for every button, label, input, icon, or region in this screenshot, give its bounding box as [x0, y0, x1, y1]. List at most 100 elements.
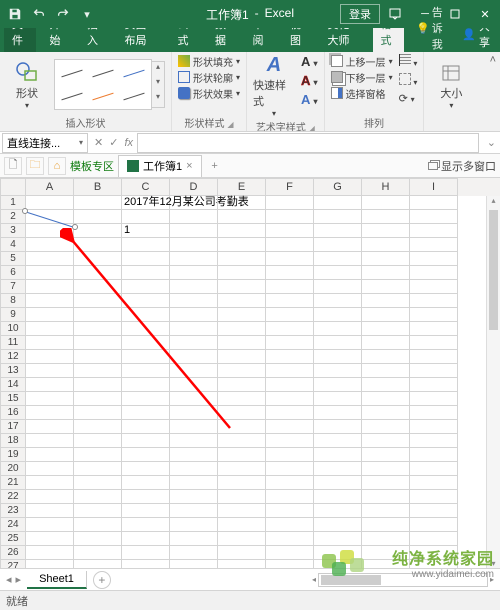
- cell[interactable]: [314, 378, 362, 392]
- cell[interactable]: [266, 350, 314, 364]
- cell[interactable]: [74, 322, 122, 336]
- row-header[interactable]: 14: [0, 378, 26, 392]
- cell[interactable]: [218, 210, 266, 224]
- cell[interactable]: [26, 546, 74, 560]
- scroll-up-icon[interactable]: ▴: [487, 196, 500, 205]
- cell[interactable]: [218, 420, 266, 434]
- cell[interactable]: [74, 560, 122, 568]
- cell[interactable]: [410, 238, 458, 252]
- cell[interactable]: [314, 434, 362, 448]
- cell[interactable]: [362, 448, 410, 462]
- cell[interactable]: [362, 266, 410, 280]
- cell[interactable]: [362, 420, 410, 434]
- col-header-E[interactable]: E: [218, 178, 266, 196]
- cell[interactable]: [122, 392, 170, 406]
- scroll-thumb[interactable]: [489, 210, 498, 330]
- cell[interactable]: [410, 448, 458, 462]
- row-header[interactable]: 26: [0, 546, 26, 560]
- cell[interactable]: [218, 280, 266, 294]
- row-header[interactable]: 7: [0, 280, 26, 294]
- cell[interactable]: [26, 532, 74, 546]
- cell[interactable]: [266, 252, 314, 266]
- cell[interactable]: [314, 350, 362, 364]
- cell[interactable]: [314, 448, 362, 462]
- cell[interactable]: [170, 294, 218, 308]
- cell[interactable]: [410, 476, 458, 490]
- cell[interactable]: [74, 336, 122, 350]
- display-multi-window[interactable]: 显示多窗口: [428, 158, 496, 174]
- scroll-right-icon[interactable]: ▸: [488, 575, 496, 584]
- cell[interactable]: [266, 504, 314, 518]
- text-fill-button[interactable]: A ▾: [301, 54, 318, 69]
- cell[interactable]: [122, 420, 170, 434]
- home-icon[interactable]: ⌂: [48, 157, 66, 175]
- cell[interactable]: [314, 252, 362, 266]
- cell[interactable]: [362, 518, 410, 532]
- close-icon[interactable]: ✕: [470, 0, 500, 28]
- cell[interactable]: [314, 224, 362, 238]
- cell[interactable]: [410, 308, 458, 322]
- cell[interactable]: [170, 406, 218, 420]
- cell[interactable]: [74, 364, 122, 378]
- cell[interactable]: [170, 546, 218, 560]
- cell[interactable]: [314, 476, 362, 490]
- qat-dropdown-icon[interactable]: ▾: [76, 3, 98, 25]
- cell[interactable]: [74, 350, 122, 364]
- gallery-more-icon[interactable]: ▾: [152, 92, 164, 107]
- cell[interactable]: [410, 434, 458, 448]
- template-zone-link[interactable]: 模板专区: [70, 158, 114, 174]
- cell[interactable]: [410, 280, 458, 294]
- cell[interactable]: [266, 518, 314, 532]
- row-header[interactable]: 17: [0, 420, 26, 434]
- cell[interactable]: [314, 336, 362, 350]
- cell[interactable]: [266, 434, 314, 448]
- row-header[interactable]: 22: [0, 490, 26, 504]
- fx-icon[interactable]: fx: [124, 137, 133, 149]
- cell[interactable]: [74, 406, 122, 420]
- cell[interactable]: [218, 294, 266, 308]
- cell[interactable]: [170, 560, 218, 568]
- cell[interactable]: [26, 364, 74, 378]
- cell[interactable]: [26, 280, 74, 294]
- cell[interactable]: [74, 392, 122, 406]
- cell[interactable]: [362, 406, 410, 420]
- row-header[interactable]: 11: [0, 336, 26, 350]
- cell[interactable]: [218, 434, 266, 448]
- cell[interactable]: [122, 378, 170, 392]
- cell[interactable]: [266, 210, 314, 224]
- col-header-B[interactable]: B: [74, 178, 122, 196]
- cell[interactable]: [410, 560, 458, 568]
- cell[interactable]: [74, 294, 122, 308]
- cell[interactable]: [26, 560, 74, 568]
- cell[interactable]: [314, 462, 362, 476]
- name-box[interactable]: 直线连接...▾: [2, 133, 88, 153]
- row-header[interactable]: 12: [0, 350, 26, 364]
- cell[interactable]: [122, 476, 170, 490]
- cell[interactable]: [410, 350, 458, 364]
- cell[interactable]: [314, 322, 362, 336]
- cell[interactable]: [362, 364, 410, 378]
- cell[interactable]: [170, 518, 218, 532]
- cell[interactable]: [410, 336, 458, 350]
- cell[interactable]: [218, 490, 266, 504]
- cell[interactable]: [218, 518, 266, 532]
- cell[interactable]: [410, 504, 458, 518]
- cell[interactable]: [26, 518, 74, 532]
- cell[interactable]: [122, 434, 170, 448]
- cell[interactable]: [362, 462, 410, 476]
- cancel-icon[interactable]: ✕: [94, 136, 103, 149]
- row-header[interactable]: 24: [0, 518, 26, 532]
- rotate-button[interactable]: ⟳ ▾: [399, 92, 418, 105]
- col-header-G[interactable]: G: [314, 178, 362, 196]
- row-header[interactable]: 25: [0, 532, 26, 546]
- cell[interactable]: [170, 252, 218, 266]
- cell[interactable]: [410, 392, 458, 406]
- cell[interactable]: [314, 546, 362, 560]
- cell[interactable]: [266, 420, 314, 434]
- cell[interactable]: [170, 490, 218, 504]
- cell[interactable]: [122, 462, 170, 476]
- cell[interactable]: [410, 294, 458, 308]
- cell[interactable]: [218, 378, 266, 392]
- cell[interactable]: [170, 420, 218, 434]
- cell[interactable]: [266, 448, 314, 462]
